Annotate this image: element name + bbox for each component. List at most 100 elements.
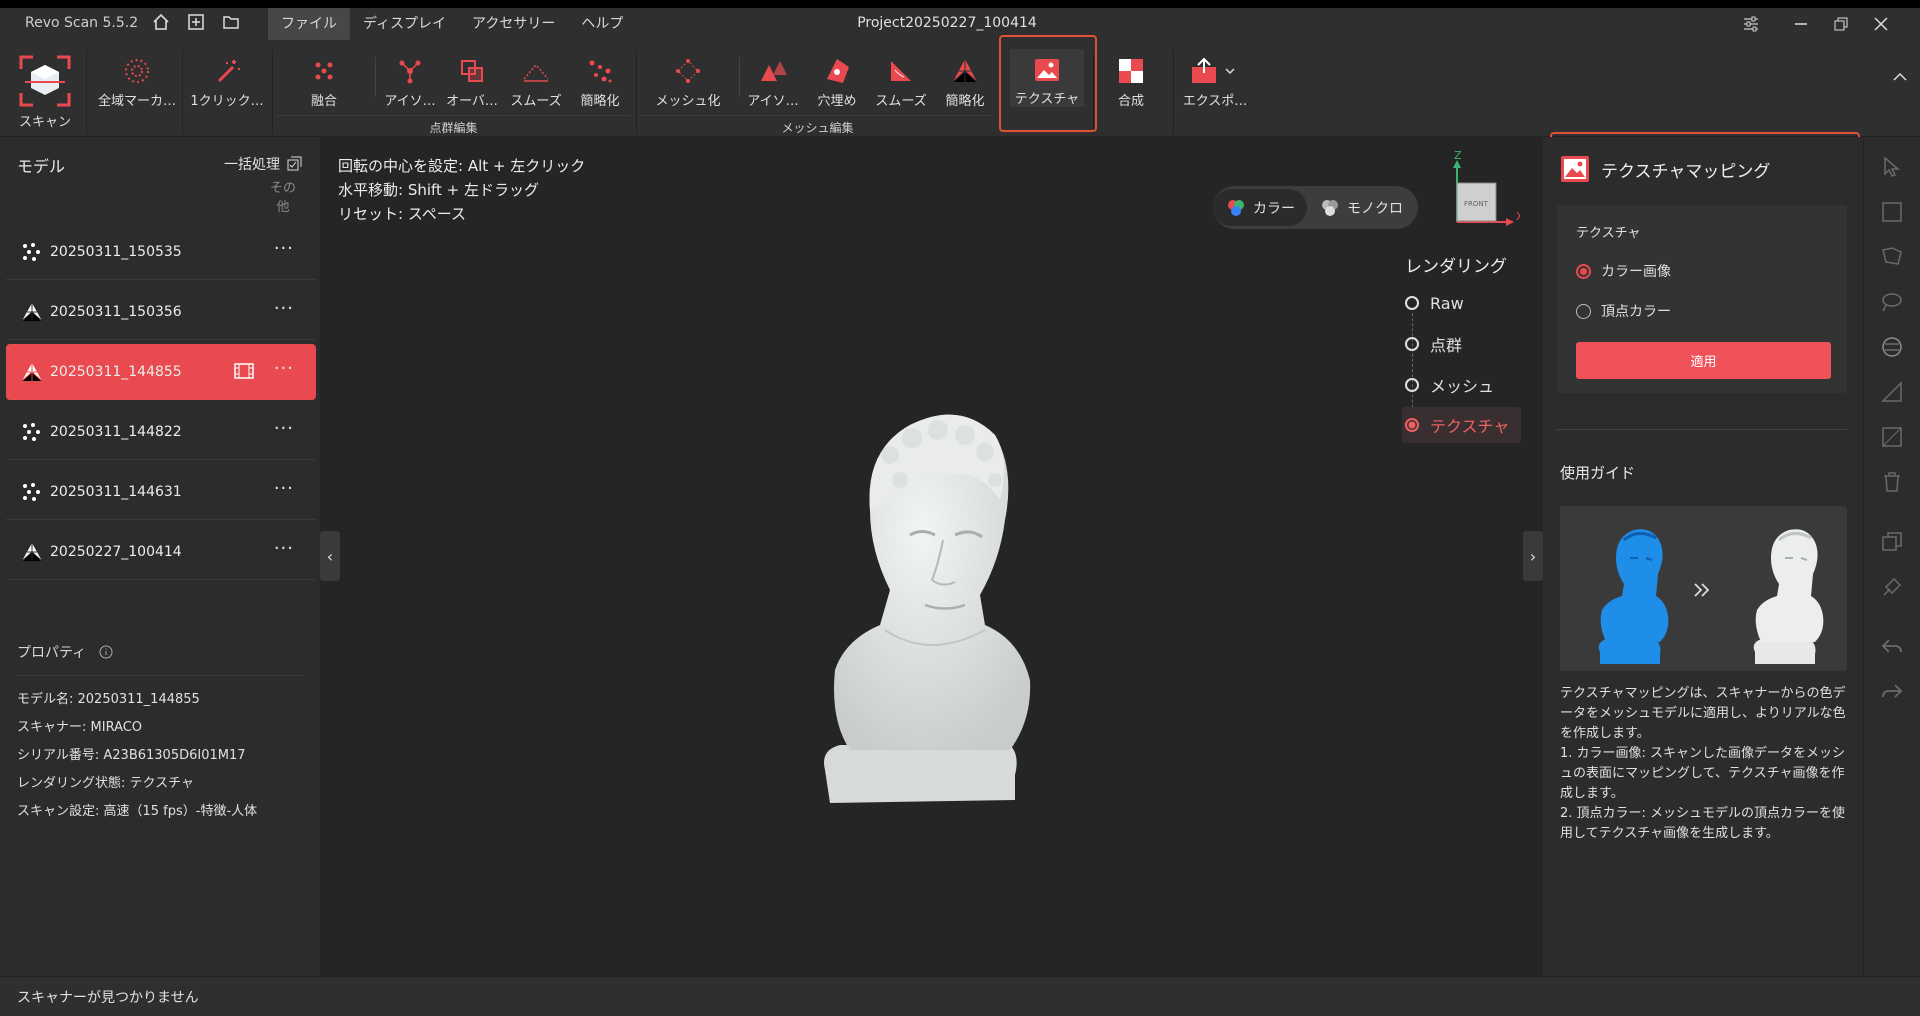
pointcloud-model-icon xyxy=(23,482,40,501)
more-options-icon[interactable]: ··· xyxy=(274,478,294,499)
fuse-icon xyxy=(307,55,341,86)
color-option-label: カラー xyxy=(1253,200,1295,217)
render-raw-label: Raw xyxy=(1430,293,1464,313)
overlap-icon xyxy=(455,55,489,86)
texture-option-vertex-color[interactable]: 頂点カラー xyxy=(1576,301,1671,321)
restore-icon[interactable] xyxy=(1828,11,1854,37)
model-row[interactable]: 20250311_144822 ··· xyxy=(6,404,316,460)
brush-select-icon[interactable] xyxy=(1880,290,1904,314)
mono-option[interactable]: モノクロ xyxy=(1307,189,1415,226)
render-pointcloud[interactable]: 点群 xyxy=(1405,326,1462,362)
global-marker-button[interactable]: 全域マーカ… xyxy=(96,49,178,109)
model-row[interactable]: 20250311_150356 ··· xyxy=(6,284,316,340)
model-row[interactable]: 20250311_150535 ··· xyxy=(6,224,316,280)
front-face-label: FRONT xyxy=(1464,200,1489,208)
info-icon[interactable] xyxy=(99,645,113,659)
prop-model-name: モデル名: 20250311_144855 xyxy=(17,692,200,707)
model-name: 20250311_150356 xyxy=(50,303,182,320)
axis-z-label: Z xyxy=(1454,150,1462,162)
merge-button[interactable]: 合成 xyxy=(1098,49,1164,109)
more-options-icon[interactable]: ··· xyxy=(274,418,294,439)
close-icon[interactable] xyxy=(1868,11,1894,37)
plane-cut-icon[interactable] xyxy=(1880,380,1904,404)
apply-button[interactable]: 適用 xyxy=(1576,342,1831,379)
render-mesh[interactable]: メッシュ xyxy=(1405,367,1494,403)
mesh-create-label: メッシュ化 xyxy=(655,94,721,109)
connected-select-icon[interactable] xyxy=(1880,335,1904,359)
hint-rotate: 回転の中心を設定: Alt + 左クリック xyxy=(338,157,586,175)
guide-title: 使用ガイド xyxy=(1560,464,1636,482)
more-options-icon[interactable]: ··· xyxy=(274,298,294,319)
collapse-left-icon[interactable]: ‹ xyxy=(320,531,340,581)
scan-icon xyxy=(19,55,71,107)
select-pointer-icon[interactable] xyxy=(1880,155,1904,179)
properties-title: プロパティ xyxy=(17,645,87,661)
export-label: エクスポ… xyxy=(1182,94,1248,109)
model-name: 20250311_144631 xyxy=(50,483,182,500)
mesh-fillhole-label: 穴埋め xyxy=(817,94,857,109)
pc-simplify-button[interactable]: 簡略化 xyxy=(567,49,633,109)
render-raw[interactable]: Raw xyxy=(1405,285,1464,321)
mono-circles-icon xyxy=(1322,199,1338,216)
batch-process-button[interactable]: 一括処理 xyxy=(224,154,280,174)
global-marker-label: 全域マーカ… xyxy=(97,94,176,109)
render-pointcloud-label: 点群 xyxy=(1430,336,1463,355)
pc-isolation-button[interactable]: アイソ… xyxy=(377,49,443,109)
mesh-simplify-label: 簡略化 xyxy=(945,94,985,109)
collapse-ribbon-icon[interactable] xyxy=(1893,67,1907,86)
export-button[interactable]: エクスポ… xyxy=(1178,49,1252,109)
prop-scanner: スキャナー: MIRACO xyxy=(17,720,143,735)
mesh-smooth-button[interactable]: スムーズ xyxy=(868,49,934,109)
color-option[interactable]: カラー xyxy=(1213,189,1307,226)
mesh-fillhole-button[interactable]: 穴埋め xyxy=(804,49,870,109)
bust-model[interactable] xyxy=(810,400,1040,810)
pc-fuse-button[interactable]: 融合 xyxy=(291,49,357,109)
collapse-right-icon[interactable]: › xyxy=(1523,531,1543,581)
render-texture[interactable]: テクスチャ xyxy=(1402,407,1522,443)
more-options-icon[interactable]: ··· xyxy=(274,358,294,379)
lasso-icon[interactable] xyxy=(1880,245,1904,269)
project-title: Project20250227_100414 xyxy=(857,15,1037,31)
settings-sliders-icon[interactable] xyxy=(1738,11,1764,37)
mesh-isolation-button[interactable]: アイソ… xyxy=(740,49,806,109)
redo-icon[interactable] xyxy=(1880,680,1904,704)
mesh-smooth-icon xyxy=(884,55,918,86)
one-click-button[interactable]: 1クリック… xyxy=(186,49,268,109)
pc-isolation-label: アイソ… xyxy=(384,94,436,109)
ribbon-toolbar: スキャン 全域マーカ… 1クリック… 融合 アイソ… オーバ… スムーズ 簡略化… xyxy=(0,45,1920,137)
minimize-icon[interactable] xyxy=(1788,11,1814,37)
pc-smooth-button[interactable]: スムーズ xyxy=(503,49,569,109)
batch-icon[interactable] xyxy=(287,156,302,171)
mesh-simplify-button[interactable]: 簡略化 xyxy=(932,49,998,109)
hint-reset: リセット: スペース xyxy=(338,205,467,223)
other-label: その他 xyxy=(269,181,296,215)
rect-select-icon[interactable] xyxy=(1880,200,1904,224)
axis-x-label: X xyxy=(1516,210,1520,223)
more-options-icon[interactable]: ··· xyxy=(274,538,294,559)
pc-overlap-label: オーバ… xyxy=(446,94,498,109)
merge-label: 合成 xyxy=(1117,94,1144,109)
more-options-icon[interactable]: ··· xyxy=(274,238,294,259)
prop-serial: シリアル番号: A23B61305D6I01M17 xyxy=(17,748,246,763)
model-row[interactable]: 20250311_144631 ··· xyxy=(6,464,316,520)
texture-film-icon[interactable] xyxy=(234,362,254,380)
axis-gizmo[interactable]: FRONT Z X xyxy=(1440,150,1520,230)
texture-option-color-image[interactable]: カラー画像 xyxy=(1576,261,1671,281)
delete-icon[interactable] xyxy=(1880,470,1904,494)
mesh-isolation-icon xyxy=(756,55,790,86)
model-row[interactable]: 20250227_100414 ··· xyxy=(6,524,316,580)
color-image-label: カラー画像 xyxy=(1601,264,1671,280)
mesh-smooth-label: スムーズ xyxy=(875,94,927,109)
mesh-isolation-label: アイソ… xyxy=(747,94,799,109)
paint-icon[interactable] xyxy=(1880,575,1904,599)
model-name: 20250311_150535 xyxy=(50,243,182,260)
pc-overlap-button[interactable]: オーバ… xyxy=(439,49,505,109)
undo-icon[interactable] xyxy=(1880,635,1904,659)
merge-icon xyxy=(1114,55,1148,86)
duplicate-icon[interactable] xyxy=(1880,530,1904,554)
scan-button[interactable]: スキャン xyxy=(11,49,79,133)
model-row[interactable]: 20250311_144855 ··· xyxy=(6,344,316,400)
mesh-create-button[interactable]: メッシュ化 xyxy=(652,49,724,109)
invert-select-icon[interactable] xyxy=(1880,425,1904,449)
title-bar: Revo Scan 5.5.2 ファイル ディスプレイ アクセサリー ヘルプ P… xyxy=(0,0,1920,45)
